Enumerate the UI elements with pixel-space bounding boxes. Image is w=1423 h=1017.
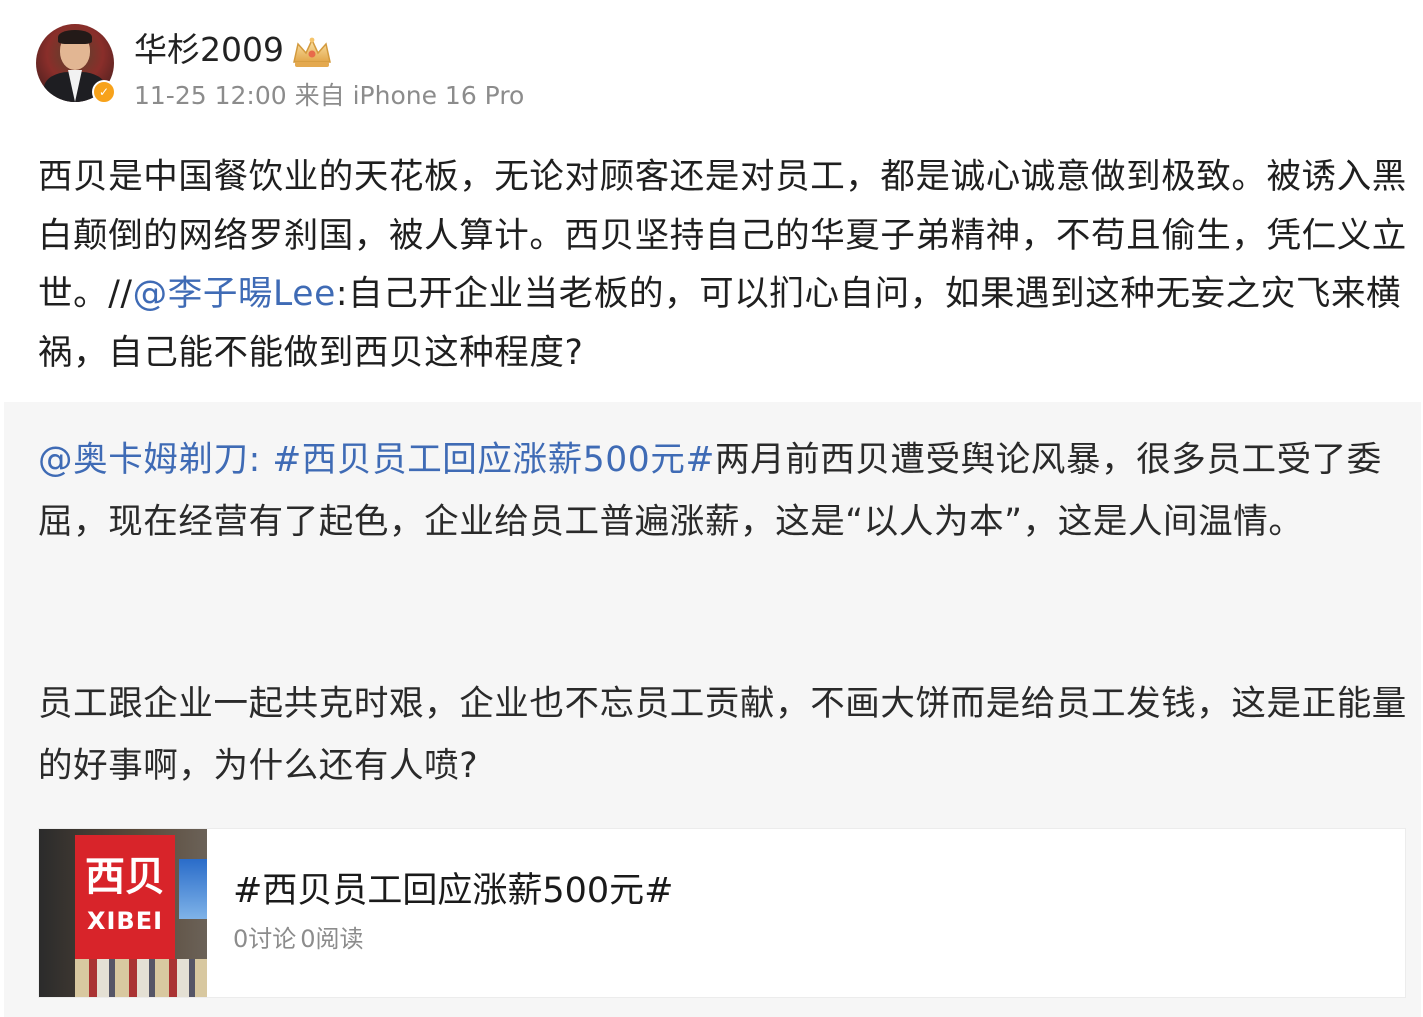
repost-author-link[interactable]: @奥卡姆剃刀:	[38, 440, 261, 480]
post-meta: 11-25 12:00 来自 iPhone 16 Pro	[134, 80, 524, 112]
xibei-logo: 西贝 XIBEI	[75, 835, 175, 959]
author-name[interactable]: 华杉2009	[134, 26, 284, 74]
crown-icon[interactable]	[290, 36, 334, 70]
avatar[interactable]: ✓	[36, 24, 116, 104]
post-body: 西贝是中国餐饮业的天花板，无论对顾客还是对员工，都是诚心诚意做到极致。被诱入黑白…	[38, 148, 1410, 382]
topic-title[interactable]: #西贝员工回应涨薪500元#	[233, 867, 673, 915]
post-time[interactable]: 11-25 12:00	[134, 81, 287, 110]
topic-card[interactable]: 西贝 XIBEI #西贝员工回应涨薪500元# 0讨论 0阅读	[38, 828, 1406, 998]
repost-text-2: 员工跟企业一起共克时艰，企业也不忘员工贡献，不画大饼而是给员工发钱，这是正能量的…	[38, 684, 1407, 786]
post-source: 来自 iPhone 16 Pro	[294, 81, 525, 110]
topic-discussions: 0讨论	[233, 925, 297, 953]
topic-reads: 0阅读	[300, 925, 364, 953]
topic-stats: 0讨论 0阅读	[233, 923, 364, 955]
post-header: ✓ 华杉2009 11-25 12:00 来自 iPhone 16 Pro	[36, 24, 736, 110]
repost-paragraph-1: @奥卡姆剃刀: #西贝员工回应涨薪500元#两月前西贝遭受舆论风暴，很多员工受了…	[38, 430, 1410, 553]
repost-paragraph-2: 员工跟企业一起共克时艰，企业也不忘员工贡献，不画大饼而是给员工发钱，这是正能量的…	[38, 674, 1410, 797]
hashtag-link[interactable]: #西贝员工回应涨薪500元#	[261, 440, 715, 480]
topic-thumbnail: 西贝 XIBEI	[39, 829, 207, 997]
verified-badge-icon: ✓	[92, 80, 116, 104]
mention-link[interactable]: @李子暘Lee	[133, 274, 336, 314]
reposted-content[interactable]: @奥卡姆剃刀: #西贝员工回应涨薪500元#两月前西贝遭受舆论风暴，很多员工受了…	[4, 402, 1421, 1017]
